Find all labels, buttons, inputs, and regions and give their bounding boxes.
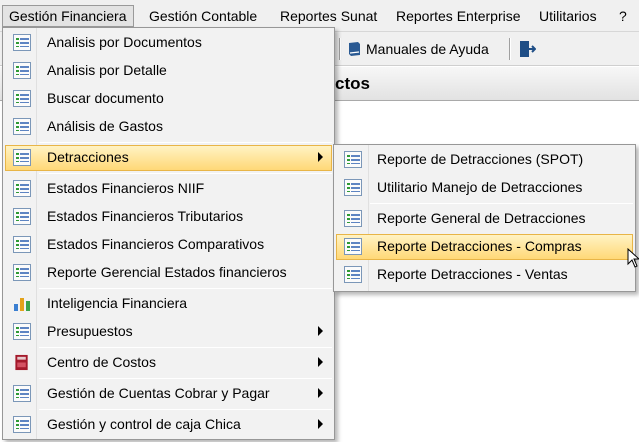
menu-item-inteligencia-financiera[interactable]: Inteligencia Financiera [5,291,332,317]
menu-item-analisis-detalle[interactable]: Analisis por Detalle [5,58,332,84]
list-icon [13,90,31,107]
menu-utilitarios[interactable]: Utilitarios [532,5,604,27]
exit-door-icon [520,41,536,57]
gestion-financiera-menu: Analisis por Documentos Analisis por Det… [2,27,335,440]
menu-help[interactable]: ? [612,5,634,27]
list-icon [344,151,362,168]
menu-item-label: Reporte General de Detracciones [377,210,586,226]
menu-item-buscar-documento[interactable]: Buscar documento [5,86,332,112]
menu-reportes-sunat[interactable]: Reportes Sunat [273,5,384,27]
list-icon [13,118,31,135]
menu-item-analisis-gastos[interactable]: Análisis de Gastos [5,114,332,140]
menu-separator [39,173,332,174]
menu-item-reporte-gerencial[interactable]: Reporte Gerencial Estados financieros [5,260,332,286]
menu-item-cuentas-cobrar-pagar[interactable]: Gestión de Cuentas Cobrar y Pagar [5,381,332,407]
toolbar-separator [339,38,341,60]
menu-item-label: Analisis por Detalle [47,62,167,78]
submenu-item-utilitario-manejo[interactable]: Utilitario Manejo de Detracciones [336,175,633,201]
menu-item-label: Estados Financieros NIIF [47,180,205,196]
menu-item-label: Presupuestos [47,323,133,339]
submenu-item-reporte-general[interactable]: Reporte General de Detracciones [336,206,633,232]
menu-item-analisis-documentos[interactable]: Analisis por Documentos [5,30,332,56]
submenu-arrow-icon [318,152,323,162]
menu-item-label: Estados Financieros Tributarios [47,208,244,224]
menu-item-estados-comparativos[interactable]: Estados Financieros Comparativos [5,232,332,258]
submenu-arrow-icon [318,419,323,429]
menu-separator [39,409,332,410]
menu-item-label: Reporte Detracciones - Compras [377,238,582,254]
menu-separator [39,142,332,143]
list-icon [344,210,362,227]
bar-chart-icon [14,298,30,311]
list-icon [13,149,31,166]
menu-separator [39,347,332,348]
panel-title: ctos [335,74,370,93]
menu-separator [370,203,633,204]
book-icon [349,42,360,56]
submenu-arrow-icon [318,357,323,367]
list-icon [13,416,31,433]
menu-item-detracciones[interactable]: Detracciones [5,145,332,171]
submenu-arrow-icon [318,388,323,398]
menu-item-presupuestos[interactable]: Presupuestos [5,319,332,345]
menu-item-label: Reporte Detracciones - Ventas [377,266,568,282]
submenu-arrow-icon [318,326,323,336]
menu-item-label: Buscar documento [47,90,164,106]
list-icon [344,238,362,255]
menu-item-caja-chica[interactable]: Gestión y control de caja Chica [5,412,332,438]
menu-gestion-financiera[interactable]: Gestión Financiera [2,5,134,27]
list-icon [344,179,362,196]
menu-item-label: Reporte Gerencial Estados financieros [47,264,287,280]
submenu-item-detracciones-ventas[interactable]: Reporte Detracciones - Ventas [336,262,633,288]
menu-item-estados-niif[interactable]: Estados Financieros NIIF [5,176,332,202]
list-icon [344,266,362,283]
menu-item-label: Análisis de Gastos [47,118,163,134]
menu-gestion-contable[interactable]: Gestión Contable [142,5,264,27]
toolbar-separator [509,38,511,60]
menu-item-label: Reporte de Detracciones (SPOT) [377,151,584,167]
menu-item-label: Inteligencia Financiera [47,295,188,311]
menu-separator [39,288,332,289]
list-icon [13,34,31,51]
list-icon [13,385,31,402]
submenu-item-reporte-spot[interactable]: Reporte de Detracciones (SPOT) [336,147,633,173]
list-icon [13,62,31,79]
mouse-cursor-icon [627,248,639,268]
list-icon [13,264,31,281]
menu-separator [39,378,332,379]
menu-item-label: Utilitario Manejo de Detracciones [377,179,583,195]
list-icon [13,208,31,225]
list-icon [13,180,31,197]
menu-item-label: Gestión y control de caja Chica [47,416,241,432]
detracciones-submenu: Reporte de Detracciones (SPOT) Utilitari… [333,144,636,292]
menu-item-centro-costos[interactable]: Centro de Costos [5,350,332,376]
menu-item-label: Estados Financieros Comparativos [47,236,265,252]
submenu-item-detracciones-compras[interactable]: Reporte Detracciones - Compras [336,234,633,260]
menu-item-label: Detracciones [47,149,129,165]
book-red-icon [15,354,28,371]
exit-button[interactable] [516,37,538,61]
list-icon [13,236,31,253]
menu-reportes-enterprise[interactable]: Reportes Enterprise [389,5,528,27]
menu-item-label: Analisis por Documentos [47,34,202,50]
manuals-label: Manuales de Ayuda [366,41,489,57]
menu-item-estados-tributarios[interactable]: Estados Financieros Tributarios [5,204,332,230]
list-icon [13,323,31,340]
menu-item-label: Gestión de Cuentas Cobrar y Pagar [47,385,270,401]
menu-item-label: Centro de Costos [47,354,156,370]
